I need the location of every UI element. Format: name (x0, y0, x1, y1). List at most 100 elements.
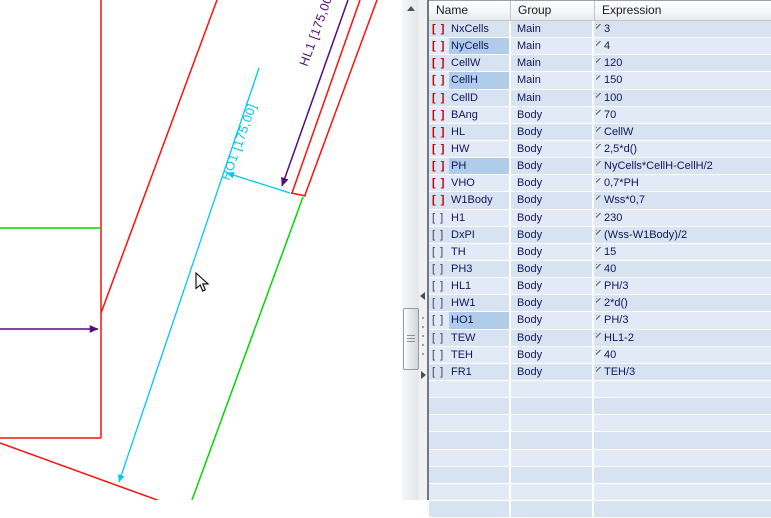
table-row[interactable]: [ ]HW1Body2*d() (429, 295, 771, 312)
formula-marker-icon (596, 213, 602, 219)
table-row[interactable]: [ ]CellWMain120 (429, 55, 771, 72)
table-row[interactable]: [ ]CellDMain100 (429, 90, 771, 107)
formula-marker-icon (596, 230, 602, 236)
pane-splitter[interactable] (419, 0, 427, 500)
collapse-left-icon[interactable] (420, 292, 425, 300)
table-row[interactable]: [ ]TEHBody40 (429, 347, 771, 364)
parameter-name: HL1 (449, 278, 509, 294)
parameter-name: W1Body (449, 192, 509, 208)
formula-marker-icon (596, 281, 602, 287)
table-row[interactable]: [ ]CellHMain150 (429, 72, 771, 89)
expression-cell: NyCells*CellH-CellH/2 (594, 158, 771, 174)
drawing-canvas[interactable]: HO1 [175,00] HL1 [175,00] (0, 0, 402, 500)
name-cell: [ ]HO1 (429, 312, 511, 328)
canvas-vertical-scrollbar[interactable] (402, 0, 419, 500)
group-cell: Body (511, 364, 594, 380)
parameter-name: BAng (449, 107, 509, 123)
name-cell: [ ]HL1 (429, 278, 511, 294)
parameter-group: Body (517, 314, 542, 326)
name-cell (429, 450, 511, 466)
name-cell (429, 467, 511, 483)
table-row[interactable]: [ ]DxPIBody(Wss-W1Body)/2 (429, 227, 771, 244)
table-row[interactable]: [ ]H1Body230 (429, 210, 771, 227)
group-cell: Body (511, 347, 594, 363)
collapse-right-icon[interactable] (421, 371, 426, 379)
name-cell: [ ]NyCells (429, 38, 511, 54)
name-cell: [ ]TEH (429, 347, 511, 363)
group-cell: Main (511, 38, 594, 54)
parameter-name: HO1 (449, 312, 509, 328)
empty-table-row[interactable] (429, 484, 771, 501)
group-cell (511, 398, 594, 414)
empty-table-row[interactable] (429, 381, 771, 398)
scrollbar-thumb[interactable] (403, 308, 419, 370)
table-row[interactable]: [ ]PH Body NyCells*CellH-CellH/2 (429, 158, 771, 175)
parameter-expression: 230 (604, 212, 622, 224)
varying-parameter-bracket-icon: [ ] (429, 160, 449, 172)
parameter-name: TEH (449, 347, 509, 363)
table-row[interactable]: [ ]HWBody2,5*d() (429, 141, 771, 158)
drawing-line-green (192, 197, 303, 500)
parameter-expression: CellW (604, 126, 633, 138)
parameter-group: Body (517, 297, 542, 309)
name-cell: [ ]CellH (429, 72, 511, 88)
parameter-group: Body (517, 160, 542, 172)
table-row[interactable]: [ ]HL1BodyPH/3 (429, 278, 771, 295)
expression-cell (594, 501, 771, 517)
name-cell: [ ]DxPI (429, 227, 511, 243)
table-header: Name Group Expression (429, 0, 771, 21)
column-header-group[interactable]: Group (511, 1, 595, 20)
formula-marker-icon (596, 144, 602, 150)
empty-table-row[interactable] (429, 501, 771, 518)
varying-parameter-bracket-icon: [ ] (429, 92, 449, 104)
group-cell (511, 484, 594, 500)
expression-cell: 4 (594, 38, 771, 54)
mouse-cursor-icon (195, 272, 211, 294)
name-cell (429, 398, 511, 414)
parameter-name: HW (449, 141, 509, 157)
empty-table-row[interactable] (429, 432, 771, 449)
fixed-parameter-bracket-icon: [ ] (429, 366, 449, 378)
table-row[interactable]: [ ]W1BodyBodyWss*0,7 (429, 192, 771, 209)
thumb-grip-icon (407, 335, 415, 344)
empty-table-row[interactable] (429, 467, 771, 484)
table-row[interactable]: [ ]NxCellsMain3 (429, 21, 771, 38)
table-row[interactable]: [ ]VHOBody0,7*PH (429, 175, 771, 192)
formula-marker-icon (596, 110, 602, 116)
expression-cell (594, 381, 771, 397)
name-cell (429, 501, 511, 517)
parameter-name: FR1 (449, 364, 509, 380)
table-row[interactable]: [ ]PH3Body40 (429, 261, 771, 278)
column-header-name[interactable]: Name (429, 1, 511, 20)
empty-table-row[interactable] (429, 398, 771, 415)
expression-cell: 230 (594, 210, 771, 226)
table-row[interactable]: [ ]TEWBodyHL1-2 (429, 330, 771, 347)
table-row[interactable]: [ ]HLBodyCellW (429, 124, 771, 141)
parameter-group: Body (517, 280, 542, 292)
empty-table-row[interactable] (429, 450, 771, 467)
parameter-group: Body (517, 349, 542, 361)
table-row[interactable]: [ ]BAngBody70 (429, 107, 771, 124)
parameter-expression: HL1-2 (604, 332, 634, 344)
group-cell (511, 381, 594, 397)
table-row[interactable]: [ ]THBody15 (429, 244, 771, 261)
expression-cell (594, 415, 771, 431)
fixed-parameter-bracket-icon: [ ] (429, 263, 449, 275)
parameter-group: Main (517, 57, 541, 69)
scroll-up-button[interactable] (402, 0, 419, 16)
expression-cell: Wss*0,7 (594, 192, 771, 208)
formula-marker-icon (596, 127, 602, 133)
parameter-group: Body (517, 229, 542, 241)
parameter-group: Body (517, 246, 542, 258)
column-header-expression[interactable]: Expression (595, 1, 771, 20)
table-row[interactable]: [ ]NyCellsMain4 (429, 38, 771, 55)
parameter-name: NxCells (449, 21, 509, 37)
parameter-name: VHO (449, 175, 509, 191)
parameter-rows: [ ]NxCellsMain3[ ]NyCellsMain4[ ]CellWMa… (429, 21, 771, 518)
empty-table-row[interactable] (429, 415, 771, 432)
parameter-name: PH (449, 158, 509, 174)
name-cell: [ ]HL (429, 124, 511, 140)
table-row[interactable]: [ ]HO1BodyPH/3 (429, 312, 771, 329)
expression-cell: TEH/3 (594, 364, 771, 380)
table-row[interactable]: [ ]FR1BodyTEH/3 (429, 364, 771, 381)
